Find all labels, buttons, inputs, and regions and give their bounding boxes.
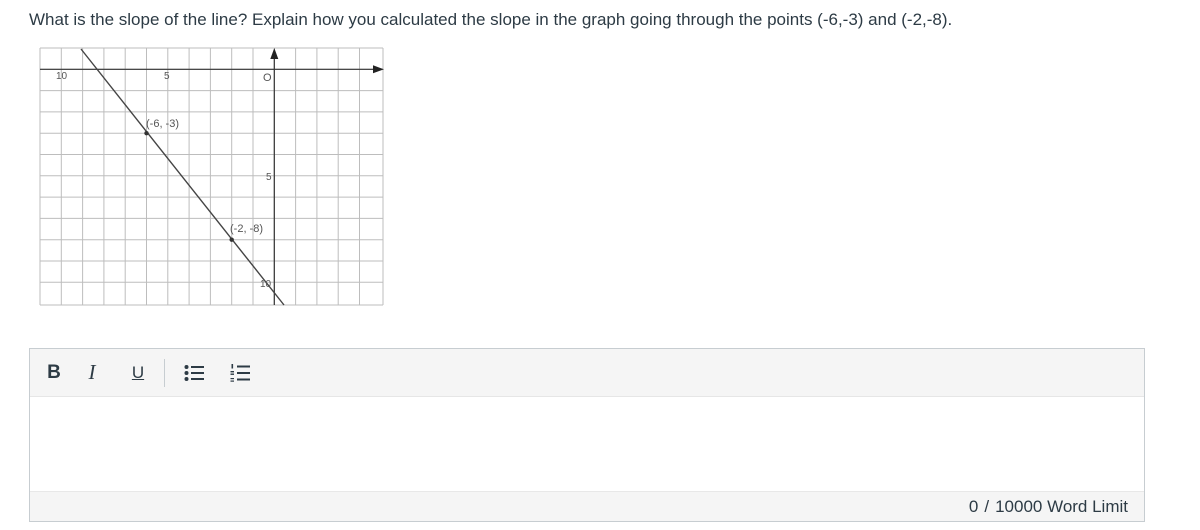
point-b-marker (229, 237, 234, 242)
plotted-line (80, 48, 285, 306)
y-label-10: 10 (260, 279, 272, 290)
answer-text-area[interactable] (30, 397, 1144, 492)
y-axis-arrow-icon (270, 48, 279, 59)
bullet-list-button[interactable] (171, 353, 217, 393)
word-limit-label: 10000 Word Limit (995, 496, 1128, 516)
graph-svg: 10 5 O 5 10 (-6, -3) (-2, -8) (39, 47, 384, 306)
question-text: What is the slope of the line? Explain h… (29, 10, 953, 29)
x-label-5: 5 (164, 71, 170, 82)
italic-button[interactable]: I (70, 353, 114, 393)
y-label-5: 5 (266, 172, 272, 183)
editor-toolbar: B I U (30, 349, 1144, 397)
word-count-separator: / (984, 496, 990, 516)
point-b-label: (-2, -8) (230, 223, 263, 235)
word-count-value: 0 (968, 496, 979, 516)
grid-lines (39, 47, 384, 306)
point-a-marker (144, 131, 149, 136)
bullet-list-icon (184, 364, 204, 381)
answer-editor: B I U 0 / 10000 Word Limit (29, 348, 1145, 522)
x-label-10: 10 (56, 71, 68, 82)
numbered-list-button[interactable] (217, 353, 263, 393)
bold-button[interactable]: B (38, 353, 70, 393)
toolbar-divider (164, 358, 165, 387)
numbered-list-icon (230, 363, 250, 382)
origin-label: O (263, 72, 272, 84)
underline-button[interactable]: U (114, 353, 162, 393)
line-graph-image: 10 5 O 5 10 (-6, -3) (-2, -8) (38, 46, 386, 308)
word-count-bar: 0 / 10000 Word Limit (30, 491, 1144, 521)
point-a-label: (-6, -3) (146, 118, 179, 130)
x-axis-arrow-icon (373, 65, 384, 74)
